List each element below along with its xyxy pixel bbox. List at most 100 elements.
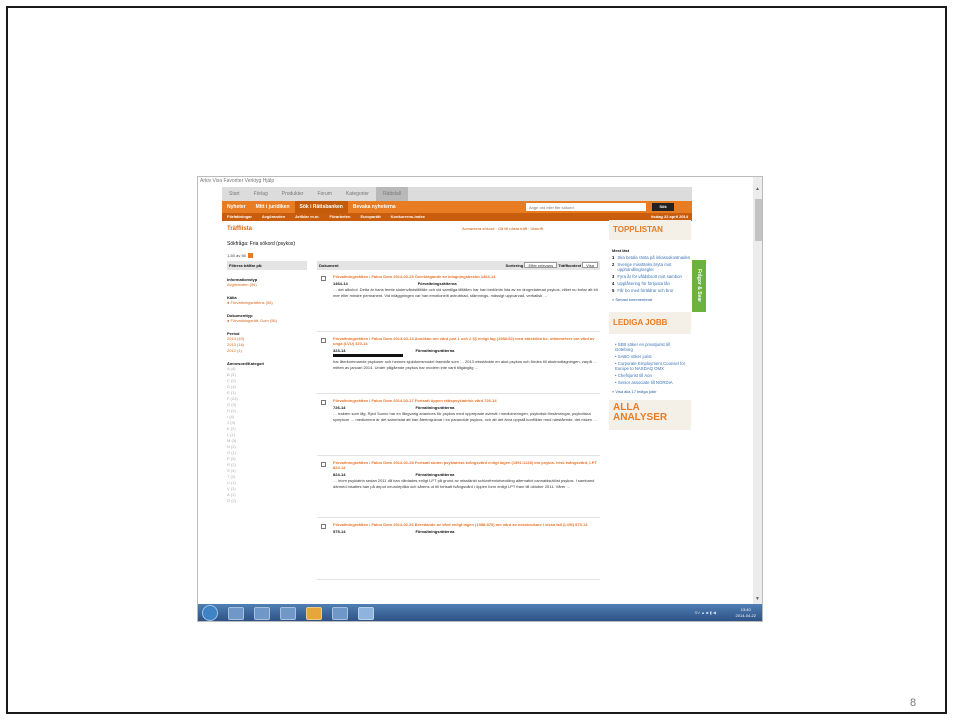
- tray-clock[interactable]: 13:40 2014-04-22: [736, 607, 756, 619]
- job-text[interactable]: Senior associate till NORDIA: [618, 380, 673, 385]
- job-item[interactable]: • Chefsjurist till Aon: [615, 373, 688, 378]
- result-item: Förvaltningsrätten i Falun Dom 2014-03-1…: [317, 394, 600, 456]
- feedback-tab[interactable]: Frågor & Svar: [692, 260, 706, 312]
- result-item: Förvaltningsrätten i Falun Dom 2014-02-2…: [317, 456, 600, 518]
- media-player-icon[interactable]: [254, 607, 270, 620]
- scroll-thumb[interactable]: [755, 199, 762, 241]
- tray-icons[interactable]: SV ▲ ■ ▮ ◀: [695, 610, 716, 615]
- top-nav-item[interactable]: Start: [222, 187, 247, 201]
- web-page: Start Förlag Produkter Forum Kategorier Rätts…: [198, 186, 753, 605]
- result-meta: 824-14 Förvaltningsrätterna: [333, 472, 600, 477]
- orange-nav-item[interactable]: Sök i Rättsbanken: [294, 201, 348, 213]
- results-header: Dokument Sortering Efter relevans Träffk…: [317, 261, 600, 270]
- job-item[interactable]: • SEB söker en privatjurist till Götebor…: [615, 342, 688, 352]
- result-number: 323-14: [333, 348, 346, 353]
- result-checkbox[interactable]: [321, 524, 326, 529]
- scroll-up-icon[interactable]: ▲: [755, 186, 760, 192]
- result-checkbox[interactable]: [321, 338, 326, 343]
- result-checkbox[interactable]: [321, 276, 326, 281]
- sub-nav-item[interactable]: Europarätt: [355, 213, 385, 221]
- result-title-link[interactable]: Förvaltningsrätten i Falun Dom 2014-02-2…: [333, 522, 600, 527]
- result-item: Förvaltningsrätten i Falun Dom 2014-02-2…: [317, 518, 600, 580]
- next-page-icon[interactable]: [247, 253, 253, 259]
- filter-header: Filtrera träffar på:: [227, 261, 307, 270]
- toplist-text[interactable]: Får bo med föräldrar och bror: [617, 288, 673, 293]
- toplist-item[interactable]: 1 Ska betala ränta på inkassokostnaden: [609, 255, 691, 260]
- job-text[interactable]: SABO söker jurist: [618, 354, 652, 359]
- hit-count: 1-50 av 56: [227, 253, 253, 259]
- result-meta: 575-14 Förvaltningsrätterna: [333, 529, 600, 534]
- search-query: Sökfråga: Fria sökord (psykos): [227, 241, 296, 247]
- sub-nav-item[interactable]: Avgöranden: [257, 213, 290, 221]
- top-nav-item[interactable]: Rättsfall: [375, 187, 409, 201]
- result-title-link[interactable]: Förvaltningsrätten i Falun Dom 2014-02-2…: [333, 460, 600, 470]
- internet-explorer-icon[interactable]: [358, 607, 374, 620]
- top-nav-item[interactable]: Produkter: [275, 187, 311, 201]
- filter-option[interactable]: Avgöranden (56): [227, 282, 307, 288]
- filter-option[interactable]: ● Förvaltningsrätt, Dom (56): [227, 318, 307, 324]
- job-item[interactable]: • SABO söker jurist: [615, 354, 688, 359]
- result-number: 824-14: [333, 472, 346, 477]
- start-button-icon[interactable]: [202, 605, 218, 621]
- chrome-icon[interactable]: [332, 607, 348, 620]
- orange-nav-item[interactable]: Nyheter: [222, 201, 251, 213]
- toplist-item[interactable]: 2 Sverige misstänks bryta mot upphandling…: [609, 262, 691, 272]
- search-input[interactable]: [526, 203, 646, 211]
- toplist-text[interactable]: Ska betala ränta på inkassokostnaden: [617, 255, 690, 260]
- toplist-text[interactable]: Upplåsering för förtjusta lån: [617, 281, 670, 286]
- results-list: Dokument Sortering Efter relevans Träffk…: [317, 261, 600, 580]
- page-number: 8: [910, 697, 917, 709]
- explorer-icon[interactable]: [228, 607, 244, 620]
- result-number: 726-14: [333, 405, 346, 410]
- visa-alla-jobb-link[interactable]: » Visa alla 17 lediga jobb: [609, 389, 691, 394]
- sort-select[interactable]: Efter relevans: [524, 262, 558, 268]
- orange-nav-item[interactable]: Bevaka nyheterna: [348, 201, 401, 213]
- toplist-item[interactable]: 3 Fyra år för våldsbrott mot sambon: [609, 274, 691, 279]
- filter-option[interactable]: ● Förvaltningsrättens (56): [227, 300, 307, 306]
- app-icon[interactable]: [280, 607, 296, 620]
- job-text[interactable]: Corporate Employment Counsel for Europe …: [615, 361, 685, 371]
- result-tools-links[interactable]: Avmarkera sökord · Gå till nästa träff ·…: [462, 226, 543, 231]
- kategori-option[interactable]: Ö (2): [227, 498, 307, 504]
- job-text[interactable]: SEB söker en privatjurist till Göteborg: [615, 342, 670, 352]
- right-column: TOPPLISTAN Mest läst 1 Ska betala ränta p…: [609, 220, 691, 605]
- senast-kommenterat-link[interactable]: » Senast kommenterat: [609, 297, 691, 302]
- result-title-link[interactable]: Förvaltningsrätten i Falun Dom 2014-03-1…: [333, 336, 600, 346]
- sub-nav-item[interactable]: Författningar: [222, 213, 257, 221]
- result-court: Förvaltningsrätterna: [417, 281, 457, 286]
- result-meta: 323-14 Förvaltningsrätterna: [333, 348, 600, 353]
- context-select[interactable]: Visa: [582, 262, 598, 268]
- search-button[interactable]: Sök: [652, 203, 674, 211]
- result-checkbox[interactable]: [321, 400, 326, 405]
- top-nav-item[interactable]: Kategorier: [339, 187, 376, 201]
- result-checkbox[interactable]: [321, 462, 326, 467]
- alla-analyser-heading[interactable]: ALLA ANALYSER: [609, 400, 691, 430]
- job-item[interactable]: • Senior associate till NORDIA: [615, 380, 688, 385]
- top-nav-item[interactable]: Forum: [310, 187, 338, 201]
- top-nav: Start Förlag Produkter Forum Kategorier Rätts…: [222, 187, 692, 201]
- dokument-label: Dokument: [319, 263, 339, 268]
- sub-nav-item[interactable]: Förarbeten: [325, 213, 356, 221]
- sub-nav-item[interactable]: Konkurrens-index: [386, 213, 430, 221]
- toplist-item[interactable]: 4 Upplåsering för förtjusta lån: [609, 281, 691, 286]
- result-snippet: … det alkohol. Detta är hans femte slute…: [333, 287, 598, 298]
- orange-nav-item[interactable]: Mitt i juridiken: [251, 201, 295, 213]
- filter-option[interactable]: 2012 (1): [227, 348, 307, 354]
- toplist-text[interactable]: Fyra år för våldsbrott mot sambon: [617, 274, 681, 279]
- folder-icon[interactable]: [306, 607, 322, 620]
- result-title-link[interactable]: Förvaltningsrätten i Falun Dom 2014-03-2…: [333, 274, 600, 279]
- scrollbar[interactable]: ▲ ▼: [753, 177, 762, 605]
- browser-menubar[interactable]: Arkiv Visa Favoriter Verktyg Hjälp: [198, 177, 762, 186]
- job-item[interactable]: • Corporate Employment Counsel for Europ…: [615, 361, 688, 371]
- job-text[interactable]: Chefsjurist till Aon: [618, 373, 652, 378]
- toplist-text[interactable]: Sverige misstänks bryta mot upphandlings…: [617, 262, 691, 272]
- taskbar: SV ▲ ■ ▮ ◀ 13:40 2014-04-22: [198, 604, 762, 621]
- scroll-down-icon[interactable]: ▼: [755, 596, 760, 602]
- language-indicator[interactable]: SV: [695, 610, 700, 615]
- result-snippet: har återkommande psykoser och hennes sju…: [333, 359, 597, 370]
- top-nav-item[interactable]: Förlag: [247, 187, 275, 201]
- sub-nav-item[interactable]: Artiklar m.m.: [290, 213, 324, 221]
- toplist-item[interactable]: 5 Får bo med föräldrar och bror: [609, 288, 691, 293]
- result-meta: 726-14 Förvaltningsrätterna: [333, 405, 600, 410]
- result-title-link[interactable]: Förvaltningsrätten i Falun Dom 2014-03-1…: [333, 398, 600, 403]
